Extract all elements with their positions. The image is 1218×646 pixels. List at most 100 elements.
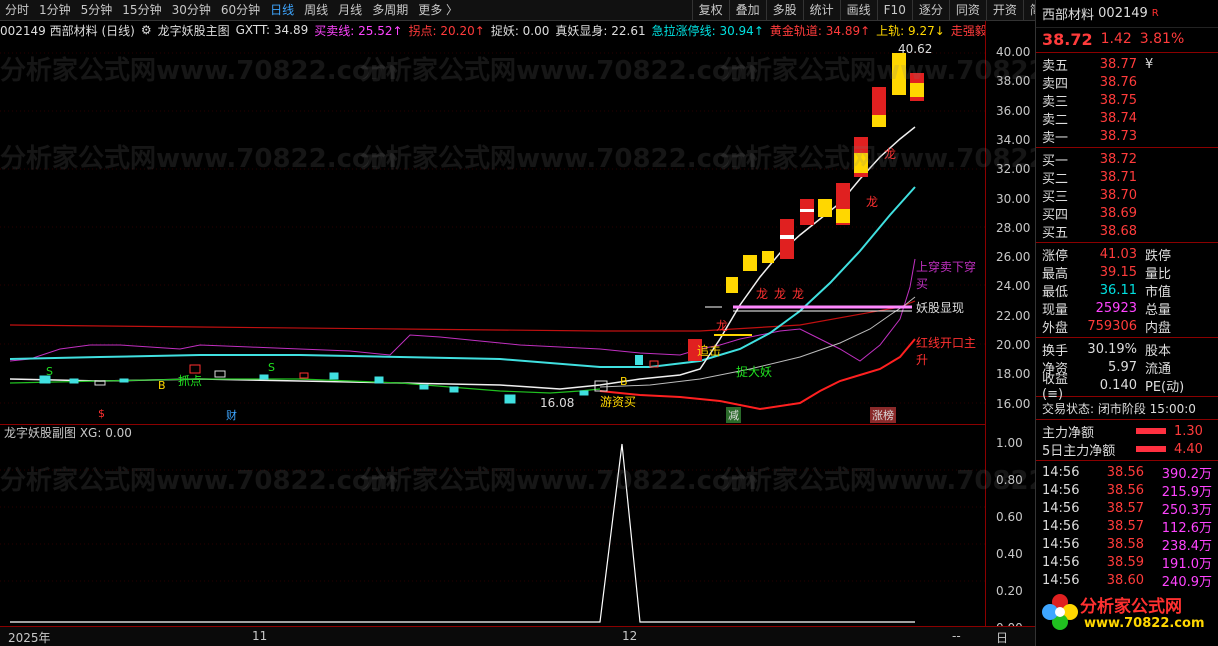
tick-time: 14:56: [1042, 482, 1080, 498]
tag-limit-up: 涨榜: [870, 407, 896, 423]
ask-list: 卖五 38.77 ¥ 卖四 38.76 卖三 38.75 卖二 38.74 卖一 38.73: [1036, 55, 1218, 146]
ask-row-3[interactable]: 卖二 38.74: [1036, 109, 1218, 128]
logo-url: www.70822.com: [1084, 616, 1205, 631]
tick-volume: 240.9万: [1161, 574, 1212, 590]
dragon-label-4: 龙: [792, 287, 805, 301]
month-12-label: 12: [622, 629, 638, 643]
tick-price: 38.57: [1106, 500, 1144, 516]
period-tab-1[interactable]: 1分钟: [34, 0, 76, 21]
toolbar-button-4[interactable]: 画线: [839, 0, 877, 21]
tag-reduce: 减: [726, 407, 741, 423]
stat2-label-2: PE(动): [1145, 379, 1185, 395]
stat-label-2: 跌停: [1145, 248, 1172, 264]
toolbar-button-7[interactable]: 同资: [948, 0, 986, 21]
main-flow5-label: 5日主力净额: [1042, 443, 1116, 459]
tag-finance: 财: [226, 409, 237, 422]
stat-value: 41.03: [1099, 246, 1137, 262]
stats2-list: 换手 30.19% 股本 净资 5.97 流通 收益(≡) 0.140 PE(动): [1036, 340, 1218, 403]
bid-row-4-price: 38.68: [1099, 223, 1137, 239]
stat2-label: 换手: [1042, 343, 1069, 359]
period-tab-10[interactable]: 更多 〉: [413, 0, 463, 21]
scroll-dash[interactable]: --: [952, 629, 961, 643]
site-logo: 分析家公式网 www.70822.com: [1040, 590, 1214, 640]
period-tab-6[interactable]: 日线: [265, 0, 299, 21]
demon-value: 真妖显身: 22.61: [555, 23, 646, 38]
period-tab-2[interactable]: 5分钟: [76, 0, 118, 21]
s-marker-2: S: [268, 361, 275, 374]
bid-row-0-price: 38.72: [1099, 151, 1137, 167]
period-tab-9[interactable]: 多周期: [367, 0, 413, 21]
tick-row-6: 14:56 38.60 240.9万: [1036, 571, 1218, 590]
toolbar-button-5[interactable]: F10: [876, 0, 912, 21]
toolbar-button-1[interactable]: 叠加: [728, 0, 766, 21]
ask-row-2-price: 38.75: [1099, 92, 1137, 108]
main-flow5-bar: [1136, 446, 1166, 452]
trade-status-text: 交易状态: 闭市阶段 15:00:0: [1042, 401, 1196, 416]
bid-row-3[interactable]: 买四 38.69: [1036, 204, 1218, 223]
bid-row-4[interactable]: 买五 38.68: [1036, 222, 1218, 241]
ask-row-4-label: 卖一: [1042, 130, 1069, 146]
period-tab-8[interactable]: 月线: [333, 0, 367, 21]
period-tab-5[interactable]: 60分钟: [216, 0, 265, 21]
s-marker-1: S: [46, 365, 53, 378]
bid-row-0-label: 买一: [1042, 153, 1069, 169]
demon-show-label: 妖股显现: [916, 301, 965, 315]
tick-time: 14:56: [1042, 536, 1080, 552]
period-tab-3[interactable]: 15分钟: [117, 0, 166, 21]
gold-value: 黄金轨道: 34.89↑: [769, 23, 871, 38]
dragon-label-3: 龙: [774, 287, 787, 301]
period-tab-4[interactable]: 30分钟: [167, 0, 216, 21]
main-kline-chart[interactable]: 40.62 16.08 上穿卖下穿买 妖股显现 红线开口主升 捉大妖 追击 游资…: [0, 39, 985, 424]
stock-label: 002149 西部材料 (日线): [0, 23, 135, 38]
tick-row-1: 14:56 38.56 215.9万: [1036, 481, 1218, 500]
price-tick: 18.00: [996, 367, 1031, 382]
main-flow-bar: [1136, 428, 1166, 434]
tick-row-0: 14:56 38.56 390.2万: [1036, 463, 1218, 482]
ask-row-2[interactable]: 卖三 38.75: [1036, 91, 1218, 110]
stat2-label: 收益(≡): [1042, 372, 1069, 402]
toolbar-button-6[interactable]: 逐分: [911, 0, 949, 21]
stat-row-1: 最高 39.15 量比: [1036, 263, 1218, 282]
tick-time: 14:56: [1042, 518, 1080, 534]
toolbar-button-3[interactable]: 统计: [802, 0, 840, 21]
period-tab-0[interactable]: 分时: [0, 0, 34, 21]
ask-row-3-label: 卖二: [1042, 112, 1069, 128]
tick-volume: 390.2万: [1161, 466, 1212, 482]
bid-row-2[interactable]: 买三 38.70: [1036, 186, 1218, 205]
day-toggle[interactable]: 日: [996, 629, 1008, 646]
ask-row-4[interactable]: 卖一 38.73: [1036, 127, 1218, 146]
month-11-label: 11: [252, 629, 268, 643]
ask-row-0[interactable]: 卖五 38.77 ¥: [1036, 55, 1218, 74]
stat-label-2: 总量: [1145, 302, 1172, 318]
stock-code: 002149: [1098, 6, 1148, 21]
stat2-value: 5.97: [1108, 359, 1137, 375]
bid-row-1[interactable]: 买二 38.71: [1036, 168, 1218, 187]
stat-label-2: 市值: [1145, 284, 1172, 300]
stat-row-2: 最低 36.11 市值: [1036, 281, 1218, 300]
toolbar-button-0[interactable]: 复权: [691, 0, 729, 21]
bid-row-0[interactable]: 买一 38.72: [1036, 150, 1218, 169]
high-price-label: 40.62: [898, 42, 933, 56]
toolbar-button-2[interactable]: 多股: [765, 0, 803, 21]
price-tick: 34.00: [996, 132, 1031, 147]
stat-row-3: 现量 25923 总量: [1036, 299, 1218, 318]
ask-row-1[interactable]: 卖四 38.76: [1036, 73, 1218, 92]
time-axis-bar: 2025年 11 12 -- 日: [0, 626, 1035, 646]
tick-time: 14:56: [1042, 500, 1080, 516]
price-tick: 28.00: [996, 220, 1031, 235]
dragon-label-2: 龙: [756, 287, 769, 301]
indicator-settings-icon[interactable]: ⚙: [141, 23, 152, 37]
tick-time: 14:56: [1042, 464, 1080, 480]
stat-value: 25923: [1095, 300, 1137, 316]
sub-chart[interactable]: [0, 440, 985, 625]
sub-tick: 1.00: [996, 436, 1023, 450]
indicator-title[interactable]: 龙字妖股主图: [158, 22, 230, 39]
stock-name: 西部材料: [1042, 8, 1095, 23]
bid-row-1-price: 38.71: [1099, 169, 1137, 185]
period-tab-7[interactable]: 周线: [299, 0, 333, 21]
weak-value: 走强毅◇: [950, 23, 985, 38]
tick-price: 38.56: [1106, 464, 1144, 480]
sub-chart-title-text[interactable]: 龙字妖股副图 XG: 0.00: [4, 426, 132, 440]
toolbar-button-8[interactable]: 开资: [985, 0, 1023, 21]
b-marker-2: B: [620, 375, 628, 388]
